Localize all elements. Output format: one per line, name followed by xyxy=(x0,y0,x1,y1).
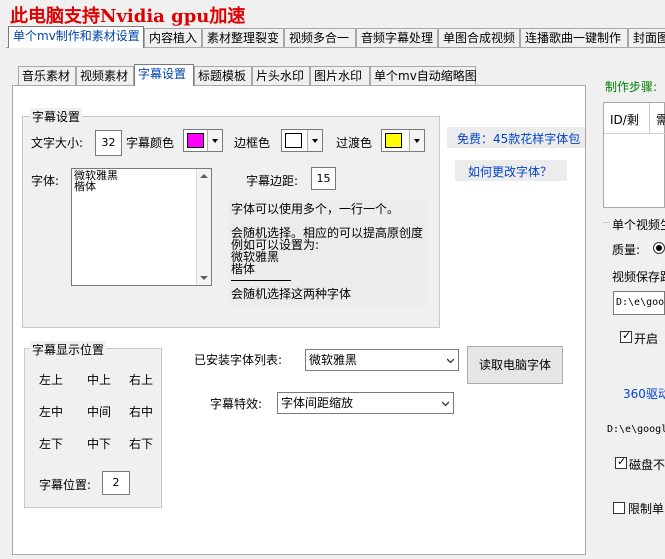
change-font-box: 如何更改字体？ xyxy=(455,160,567,181)
scroll-up-icon[interactable] xyxy=(200,174,208,178)
text-color-picker[interactable] xyxy=(183,129,223,152)
subtab-music[interactable]: 音乐素材 xyxy=(18,66,76,85)
effect-selected: 字体间距缩放 xyxy=(281,396,354,410)
pos-top-left[interactable]: 左上 xyxy=(39,371,63,388)
path-display: D:\e\googl xyxy=(607,424,665,435)
tab-video-merge[interactable]: 视频多合一 xyxy=(284,28,356,47)
chevron-down-icon xyxy=(447,358,454,364)
font-size-label: 文字大小: xyxy=(31,136,84,150)
subtab-intro-watermark[interactable]: 片头水印 xyxy=(252,66,310,85)
font-list-item: 楷体 xyxy=(74,180,96,193)
effect-label: 字幕特效: xyxy=(210,397,263,411)
text-color-swatch xyxy=(187,133,204,148)
subtab-subtitle[interactable]: 字幕设置 xyxy=(134,64,194,86)
limit-checkbox[interactable] xyxy=(613,502,625,514)
save-path-input[interactable]: D:\e\goog xyxy=(613,291,665,315)
pos-bottom-right[interactable]: 右下 xyxy=(129,435,153,452)
border-color-label: 边框色 xyxy=(234,136,271,150)
subtab-video[interactable]: 视频素材 xyxy=(76,66,134,85)
subtab-image-watermark[interactable]: 图片水印 xyxy=(310,66,370,85)
font-size-input[interactable]: 32 xyxy=(95,130,122,156)
chevron-down-icon xyxy=(442,401,449,407)
transition-color-picker[interactable] xyxy=(381,129,425,152)
transition-color-swatch xyxy=(385,133,402,148)
table-column-divider xyxy=(649,103,650,133)
quality-radio[interactable] xyxy=(653,242,665,254)
pos-middle-left[interactable]: 左中 xyxy=(39,403,63,420)
position-group-label: 字幕显示位置 xyxy=(30,341,107,358)
hint-line: 字体可以使用多个，一行一个。 xyxy=(231,202,400,216)
top-tab-bar: 单个mv制作和素材设置 内容植入 素材整理裂变 视频多合一 音频字幕处理 单图合… xyxy=(8,26,665,48)
limit-label: 限制单 xyxy=(628,502,665,516)
change-font-link[interactable]: 如何更改字体？ xyxy=(468,163,552,180)
subtab-thumbnail[interactable]: 单个mv自动缩略图 xyxy=(370,66,477,85)
scroll-down-icon[interactable] xyxy=(200,276,208,280)
app-title: 此电脑支持Nvidia gpu加速 xyxy=(10,6,246,27)
pos-bottom-center[interactable]: 中下 xyxy=(87,435,111,452)
table-header-2: 需 xyxy=(656,113,665,127)
enable-label: 开启 xyxy=(634,332,659,346)
hint-line: 会随机选择这两种字体 xyxy=(231,287,352,301)
font-label: 字体: xyxy=(31,174,60,188)
hint-line: 楷体 xyxy=(231,262,256,276)
margin-input[interactable]: 15 xyxy=(311,167,336,190)
installed-fonts-selected: 微软雅黑 xyxy=(309,353,358,367)
radio-dot-icon xyxy=(656,245,662,251)
pos-top-center[interactable]: 中上 xyxy=(87,371,111,388)
save-path-label: 视频保存路 xyxy=(612,270,665,284)
text-color-label: 字幕颜色 xyxy=(126,136,175,150)
subtab-title-template[interactable]: 标题模板 xyxy=(194,66,252,85)
border-color-picker[interactable] xyxy=(281,129,323,152)
disk-label: 磁盘不 xyxy=(629,458,665,472)
tab-cover[interactable]: 封面图 xyxy=(628,28,665,47)
margin-label: 字幕边距: xyxy=(246,174,299,188)
chevron-down-icon xyxy=(409,130,424,151)
installed-fonts-select[interactable]: 微软雅黑 xyxy=(305,349,459,371)
tab-image-video[interactable]: 单图合成视频 xyxy=(438,28,520,47)
transition-color-label: 过渡色 xyxy=(336,136,373,150)
table-header-id: ID/剩 xyxy=(610,113,639,127)
subtitle-settings-label: 字幕设置 xyxy=(30,108,83,125)
pos-bottom-left[interactable]: 左下 xyxy=(39,435,63,452)
single-video-label: 单个视频生 xyxy=(610,216,665,233)
border-color-swatch xyxy=(285,133,302,148)
font-hint-box: 字体可以使用多个，一行一个。 会随机选择。相应的可以提高原创度 例如可以设置为:… xyxy=(229,199,427,307)
driver-link[interactable]: 360驱动 xyxy=(623,385,665,402)
check-icon: ✓ xyxy=(622,329,632,342)
font-list-textarea[interactable]: 微软雅黑 楷体 xyxy=(71,168,212,286)
tab-audio-subtitle[interactable]: 音频字幕处理 xyxy=(356,28,438,47)
tab-material-fission[interactable]: 素材整理裂变 xyxy=(202,28,284,47)
pos-middle-right[interactable]: 右中 xyxy=(129,403,153,420)
hint-divider xyxy=(231,280,291,281)
tab-single-mv[interactable]: 单个mv制作和素材设置 xyxy=(8,26,144,48)
pos-top-right[interactable]: 右上 xyxy=(129,371,153,388)
installed-fonts-label: 已安装字体列表: xyxy=(194,353,283,367)
read-fonts-button[interactable]: 读取电脑字体 xyxy=(467,346,563,384)
check-icon: ✓ xyxy=(617,455,627,468)
chevron-down-icon xyxy=(307,130,322,151)
tab-content-insert[interactable]: 内容植入 xyxy=(144,28,202,47)
free-fonts-link[interactable]: 免费：45款花样字体包 xyxy=(457,130,580,147)
steps-table: ID/剩 需 xyxy=(603,102,665,208)
chevron-down-icon xyxy=(207,130,222,151)
disk-checkbox[interactable]: ✓ xyxy=(615,455,627,469)
effect-select[interactable]: 字体间距缩放 xyxy=(277,392,454,414)
table-header-divider xyxy=(604,133,665,134)
position-label: 字幕位置: xyxy=(39,478,92,492)
steps-label: 制作步骤: xyxy=(605,80,658,94)
enable-checkbox[interactable]: ✓ xyxy=(620,329,632,343)
quality-label: 质量: xyxy=(612,243,641,257)
pos-middle-center[interactable]: 中间 xyxy=(87,403,111,420)
free-fonts-box: 免费：45款花样字体包 xyxy=(447,127,585,148)
tab-playlist[interactable]: 连播歌曲一键制作 xyxy=(520,28,628,47)
position-input[interactable]: 2 xyxy=(102,471,130,495)
font-list-scrollbar[interactable] xyxy=(196,169,211,285)
